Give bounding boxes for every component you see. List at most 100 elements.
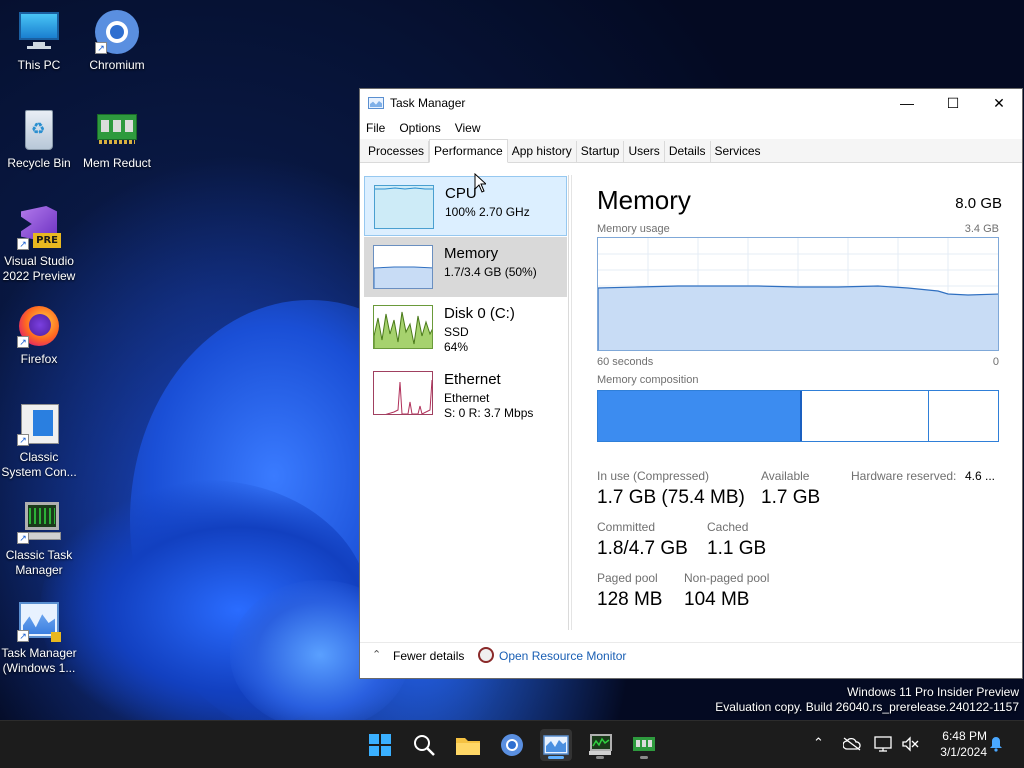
watermark-build: Evaluation copy. Build 26040.rs_prerelea… bbox=[715, 700, 1019, 714]
desktop-icon-recycle-bin[interactable]: ♻ Recycle Bin bbox=[0, 108, 78, 171]
menu-view[interactable]: View bbox=[455, 121, 481, 135]
menu-options[interactable]: Options bbox=[399, 121, 440, 135]
memory-usage-max: 3.4 GB bbox=[964, 223, 999, 235]
start-button[interactable] bbox=[364, 729, 396, 761]
desktop-icon-this-pc[interactable]: This PC bbox=[0, 10, 78, 73]
committed-label: Committed bbox=[597, 520, 656, 534]
desktop-icon-firefox[interactable]: ↗ Firefox bbox=[0, 304, 78, 367]
shortcut-arrow-icon: ↗ bbox=[17, 434, 29, 446]
tab-processes[interactable]: Processes bbox=[364, 141, 430, 162]
sidebar-item-ethernet[interactable]: Ethernet Ethernet S: 0 R: 3.7 Mbps bbox=[364, 363, 567, 427]
mem-reduct-taskbar-button[interactable] bbox=[628, 729, 660, 761]
paged-pool-value: 128 MB bbox=[597, 589, 663, 610]
mouse-cursor-icon bbox=[474, 173, 486, 193]
memory-usage-graph bbox=[597, 237, 999, 351]
sidebar-item-detail: Ethernet bbox=[444, 391, 490, 405]
desktop-icon-label: Mem Reduct bbox=[82, 156, 152, 170]
watermark-edition: Windows 11 Pro Insider Preview bbox=[847, 685, 1019, 699]
taskbar: ⌃ 6:48 PM 3/1/2024 bbox=[0, 720, 1024, 768]
network-icon[interactable] bbox=[874, 736, 892, 752]
classic-task-manager-taskbar-button[interactable] bbox=[584, 729, 616, 761]
desktop-icon-visual-studio[interactable]: PRE ↗ Visual Studio 2022 Preview bbox=[0, 206, 78, 284]
tab-performance[interactable]: Performance bbox=[429, 139, 508, 163]
show-hidden-icons-button[interactable]: ⌃ bbox=[813, 735, 824, 751]
running-indicator bbox=[640, 756, 648, 759]
menu-bar: File Options View bbox=[360, 117, 1022, 139]
memory-chip-icon bbox=[633, 737, 655, 751]
hardware-reserved-label: Hardware reserved: bbox=[851, 469, 957, 483]
desktop-icon-label: Task Manager (Windows 1... bbox=[1, 646, 77, 675]
running-indicator bbox=[596, 756, 604, 759]
chevron-up-icon[interactable]: ⌃ bbox=[372, 648, 381, 661]
sidebar-item-label: CPU bbox=[445, 185, 477, 202]
notification-bell-icon[interactable] bbox=[989, 736, 1003, 752]
task-manager-app-icon bbox=[368, 97, 384, 109]
cloud-offline-icon[interactable] bbox=[843, 737, 861, 751]
desktop-icon-classic-task-manager[interactable]: ↗ Classic Task Manager bbox=[0, 500, 78, 578]
task-manager-icon bbox=[543, 735, 569, 755]
system-config-icon: ↗ bbox=[17, 402, 61, 446]
close-button[interactable]: ✕ bbox=[976, 89, 1022, 117]
sidebar-item-disk[interactable]: Disk 0 (C:) SSD 64% bbox=[364, 297, 567, 361]
sidebar-item-memory[interactable]: Memory 1.7/3.4 GB (50%) bbox=[364, 237, 567, 297]
desktop-icon-label: Visual Studio 2022 Preview bbox=[2, 254, 76, 283]
open-resource-monitor-link[interactable]: Open Resource Monitor bbox=[499, 649, 626, 663]
tab-services[interactable]: Services bbox=[711, 141, 765, 162]
firefox-icon: ↗ bbox=[17, 304, 61, 348]
file-explorer-button[interactable] bbox=[452, 729, 484, 761]
cached-value: 1.1 GB bbox=[707, 538, 767, 559]
desktop-icon-chromium[interactable]: ↗ Chromium bbox=[78, 10, 156, 73]
clock-date: 3/1/2024 bbox=[940, 745, 987, 759]
title-bar[interactable]: Task Manager — ☐ ✕ bbox=[360, 89, 1022, 117]
sidebar-item-detail: 64% bbox=[444, 340, 469, 354]
desktop-icon-task-manager[interactable]: ↗ Task Manager (Windows 1... bbox=[0, 598, 78, 676]
desktop-icon-classic-system-config[interactable]: ↗ Classic System Con... bbox=[0, 402, 78, 480]
memory-composition-label: Memory composition bbox=[597, 374, 699, 386]
non-paged-pool-label: Non-paged pool bbox=[684, 571, 770, 585]
hardware-reserved-value: 4.6 ... bbox=[965, 469, 996, 483]
desktop-icon-label: Classic Task Manager bbox=[5, 548, 73, 577]
tab-users[interactable]: Users bbox=[624, 141, 665, 162]
memory-total: 8.0 GB bbox=[955, 195, 1002, 212]
menu-file[interactable]: File bbox=[366, 121, 385, 135]
windows-logo-icon bbox=[369, 734, 391, 756]
sidebar-item-detail: SSD bbox=[444, 325, 469, 339]
sidebar-item-detail: 100% 2.70 GHz bbox=[445, 205, 530, 219]
clock-time: 6:48 PM bbox=[942, 729, 987, 743]
maximize-button[interactable]: ☐ bbox=[930, 89, 976, 117]
volume-muted-icon[interactable] bbox=[901, 736, 919, 752]
task-manager-taskbar-button[interactable] bbox=[540, 729, 572, 761]
in-use-value: 1.7 GB (75.4 MB) bbox=[597, 487, 745, 508]
desktop-icon-label: This PC bbox=[17, 58, 61, 72]
resource-monitor-icon bbox=[478, 647, 494, 663]
search-icon bbox=[414, 735, 435, 756]
sidebar-item-label: Memory bbox=[444, 245, 499, 262]
clock[interactable]: 6:48 PM 3/1/2024 bbox=[925, 728, 987, 760]
shortcut-arrow-icon: ↗ bbox=[17, 532, 29, 544]
available-value: 1.7 GB bbox=[761, 487, 821, 508]
memory-thumbnail-graph bbox=[373, 245, 433, 289]
desktop-icon-mem-reduct[interactable]: Mem Reduct bbox=[78, 108, 156, 171]
memory-chip-icon bbox=[95, 108, 139, 152]
desktop-icon-label: Recycle Bin bbox=[7, 156, 71, 170]
memory-usage-label: Memory usage bbox=[597, 223, 670, 235]
search-button[interactable] bbox=[408, 729, 440, 761]
sidebar-item-label: Disk 0 (C:) bbox=[444, 305, 515, 322]
fewer-details-link[interactable]: Fewer details bbox=[393, 649, 464, 663]
disk-thumbnail-graph bbox=[373, 305, 433, 349]
graph-axis-right: 0 bbox=[992, 356, 999, 368]
chromium-icon: ↗ bbox=[95, 10, 139, 54]
tab-startup[interactable]: Startup bbox=[577, 141, 625, 162]
chromium-taskbar-button[interactable] bbox=[496, 729, 528, 761]
sidebar-item-cpu[interactable]: CPU 100% 2.70 GHz bbox=[364, 176, 567, 236]
sidebar-item-detail: S: 0 R: 3.7 Mbps bbox=[444, 406, 534, 420]
tab-app-history[interactable]: App history bbox=[508, 141, 577, 162]
shortcut-arrow-icon: ↗ bbox=[17, 336, 29, 348]
minimize-button[interactable]: — bbox=[884, 89, 930, 117]
tab-details[interactable]: Details bbox=[665, 141, 711, 162]
pane-divider bbox=[571, 175, 572, 630]
classic-task-manager-icon bbox=[589, 734, 612, 755]
task-manager-window: Task Manager — ☐ ✕ File Options View Pro… bbox=[359, 88, 1023, 679]
desktop-icon-label: Firefox bbox=[20, 352, 58, 366]
preview-badge: PRE bbox=[33, 233, 61, 248]
